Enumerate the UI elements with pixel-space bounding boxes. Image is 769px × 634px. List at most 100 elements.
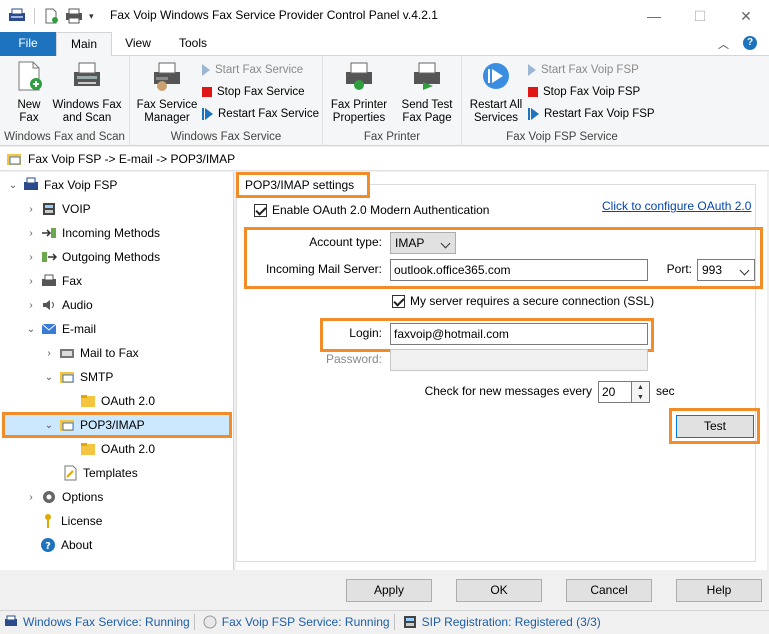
ssl-checkbox[interactable]: My server requires a secure connection (…	[392, 294, 654, 308]
check-interval-input[interactable]: 20	[598, 381, 632, 403]
tab-tools[interactable]: Tools	[164, 32, 222, 56]
tree-item-outgoing-methods[interactable]: › Outgoing Methods	[26, 246, 160, 268]
port-select[interactable]: 993	[697, 259, 755, 281]
chevron-right-icon[interactable]: ›	[26, 204, 36, 215]
ribbon-right-controls: ︿ ?	[718, 36, 757, 52]
tree-item-pop3-oauth[interactable]: OAuth 2.0	[80, 438, 155, 460]
password-label: Password:	[325, 352, 382, 366]
minimize-button[interactable]: —	[631, 0, 677, 32]
chevron-right-icon[interactable]: ›	[26, 228, 36, 239]
fax-service-status-icon	[5, 615, 17, 626]
restart-fax-voip-fsp-button[interactable]: Restart Fax Voip FSP	[528, 105, 655, 123]
fsp-service-status-icon	[203, 615, 217, 629]
gear-icon	[43, 491, 55, 503]
chevron-right-icon[interactable]: ›	[26, 300, 36, 311]
fax-service-manager-button[interactable]: Fax Service Manager	[136, 60, 198, 125]
navigation-tree: ⌄ Fax Voip FSP › VOIP › Incoming Methods…	[0, 172, 234, 570]
tree-item-about[interactable]: ? About	[40, 534, 92, 556]
oauth-checkbox[interactable]: Enable OAuth 2.0 Modern Authentication	[254, 203, 489, 217]
send-test-fax-button[interactable]: Send Test Fax Page	[397, 60, 457, 125]
restart-all-icon	[483, 63, 509, 89]
tree-item-smtp[interactable]: ⌄ SMTP	[44, 366, 114, 388]
start-icon	[528, 64, 536, 76]
app-fax-icon	[9, 8, 25, 21]
help-icon[interactable]: ?	[743, 36, 757, 50]
printer-icon[interactable]	[65, 8, 83, 24]
account-type-select[interactable]: IMAP	[390, 232, 456, 254]
configure-oauth-link[interactable]: Click to configure OAuth 2.0	[602, 199, 751, 213]
chevron-down-icon[interactable]: ⌄	[8, 180, 18, 191]
start-fax-voip-fsp-button[interactable]: Start Fax Voip FSP	[528, 61, 639, 79]
fax-printer-properties-button[interactable]: Fax Printer Properties	[329, 60, 389, 125]
window-controls: — ☐ ✕	[631, 0, 769, 32]
stop-icon	[528, 87, 538, 97]
maximize-button[interactable]: ☐	[677, 0, 723, 32]
stop-fax-service-button[interactable]: Stop Fax Service	[202, 83, 305, 101]
incoming-server-input[interactable]: outlook.office365.com	[390, 259, 648, 281]
close-button[interactable]: ✕	[723, 0, 769, 32]
collapse-ribbon-icon[interactable]: ︿	[718, 36, 729, 52]
chevron-right-icon[interactable]: ›	[26, 252, 36, 263]
folder-icon	[81, 443, 95, 455]
fax-service-manager-icon	[154, 62, 180, 91]
checkbox-checked-icon[interactable]	[392, 294, 405, 308]
tree-item-audio[interactable]: › Audio	[26, 294, 92, 316]
port-label: Port:	[666, 262, 692, 276]
status-fsp-service: Fax Voip FSP Service: Running	[199, 611, 390, 634]
folder-mail-icon	[7, 153, 21, 165]
password-input[interactable]	[390, 349, 648, 371]
folder-mail-icon	[60, 420, 74, 431]
tab-file[interactable]: File	[0, 32, 56, 56]
outgoing-arrows-icon	[42, 252, 57, 262]
help-icon: ?	[41, 538, 55, 552]
chevron-down-icon[interactable]: ⌄	[44, 372, 54, 383]
chevron-right-icon[interactable]: ›	[26, 276, 36, 287]
new-document-icon[interactable]	[43, 8, 59, 24]
help-button[interactable]: Help	[676, 579, 762, 602]
check-interval-spinner[interactable]: ▲ ▼	[632, 381, 650, 403]
test-button[interactable]: Test	[676, 415, 754, 438]
tree-item-smtp-oauth[interactable]: OAuth 2.0	[80, 390, 155, 412]
restart-all-services-button[interactable]: Restart All Services	[466, 60, 526, 125]
incoming-server-label: Incoming Mail Server:	[265, 262, 382, 276]
tree-item-options[interactable]: › Options	[26, 486, 103, 508]
tree-item-voip[interactable]: › VOIP	[26, 198, 90, 220]
new-fax-button[interactable]: New Fax	[8, 60, 50, 125]
sip-phone-status-icon	[403, 616, 416, 628]
tree-item-incoming-methods[interactable]: › Incoming Methods	[26, 222, 160, 244]
apply-button[interactable]: Apply	[346, 579, 432, 602]
start-fax-service-button[interactable]: Start Fax Service	[202, 61, 303, 79]
chevron-down-icon	[739, 265, 750, 276]
send-test-fax-icon	[414, 62, 440, 90]
tab-view[interactable]: View	[112, 32, 164, 56]
login-input[interactable]: faxvoip@hotmail.com	[390, 323, 648, 345]
chevron-down-icon[interactable]: ⌄	[26, 324, 36, 335]
tree-item-fax[interactable]: › Fax	[26, 270, 82, 292]
ribbon-tabs: File Main View Tools ︿ ?	[0, 32, 769, 57]
tree-item-license[interactable]: License	[40, 510, 102, 532]
chevron-down-icon[interactable]: ⌄	[44, 420, 54, 431]
spin-down-icon[interactable]: ▼	[632, 392, 649, 402]
svg-text:?: ?	[45, 541, 51, 552]
checkbox-checked-icon[interactable]	[254, 203, 267, 217]
customize-toolbar-chevron-icon[interactable]: ▾	[89, 11, 94, 22]
cancel-button[interactable]: Cancel	[566, 579, 652, 602]
tab-main[interactable]: Main	[56, 32, 112, 57]
chevron-right-icon[interactable]: ›	[26, 492, 36, 503]
spin-up-icon[interactable]: ▲	[632, 382, 649, 392]
folder-mail-icon	[60, 372, 74, 383]
restart-fax-service-button[interactable]: Restart Fax Service	[202, 105, 319, 123]
stop-fax-voip-fsp-button[interactable]: Stop Fax Voip FSP	[528, 83, 640, 101]
ok-button[interactable]: OK	[456, 579, 542, 602]
chevron-right-icon[interactable]: ›	[44, 348, 54, 359]
group-label: Windows Fax and Scan	[4, 131, 125, 143]
tree-item-pop3-imap[interactable]: ⌄ POP3/IMAP	[44, 414, 145, 436]
groupbox-top-line	[370, 184, 756, 185]
tree-item-templates[interactable]: Templates	[62, 462, 138, 484]
app-window: ▾ Fax Voip Windows Fax Service Provider …	[0, 0, 769, 633]
tree-item-email[interactable]: ⌄ E-mail	[26, 318, 96, 340]
windows-fax-scan-button[interactable]: Windows Fax and Scan	[50, 60, 124, 125]
tree-item-mail-to-fax[interactable]: › Mail to Fax	[44, 342, 138, 364]
phone-icon	[43, 203, 55, 215]
tree-item-fax-voip-fsp[interactable]: ⌄ Fax Voip FSP	[8, 174, 117, 196]
